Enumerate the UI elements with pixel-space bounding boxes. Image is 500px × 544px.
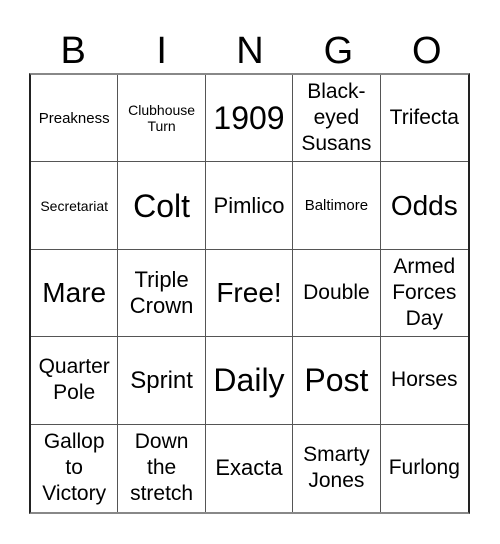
bingo-cell-line: Secretariat — [40, 197, 109, 214]
bingo-cell-line: Clubhouse — [128, 102, 196, 119]
bingo-cell-line: Free! — [216, 276, 282, 308]
bingo-cell[interactable]: Triple Crown — [118, 249, 206, 338]
bingo-cell-text: Furlong — [389, 455, 460, 481]
bingo-cell-text: Free! — [216, 277, 281, 309]
bingo-cell[interactable]: Armed Forces Day — [380, 250, 468, 338]
bingo-cell[interactable]: Quarter Pole — [31, 337, 119, 425]
bingo-cell-line: Odds — [390, 189, 458, 221]
bingo-cell[interactable]: Mare — [31, 249, 119, 338]
bingo-cell-line: Sprint — [130, 366, 193, 394]
bingo-cell-line: the — [146, 456, 177, 480]
bingo-cell-line: Colt — [133, 187, 191, 224]
bingo-cell[interactable]: Clubhouse Turn — [118, 75, 206, 163]
bingo-cell-line: Quarter — [38, 355, 110, 379]
bingo-cell[interactable]: Down the stretch — [118, 424, 206, 512]
bingo-card-grid: Preakness Clubhouse Turn 1909 Black-eyed Susa… — [29, 73, 470, 514]
bingo-cell-line: Preakness — [38, 109, 110, 127]
bingo-cell-line: Double — [303, 280, 370, 304]
bingo-cell[interactable]: Baltimore — [293, 162, 381, 250]
bingo-cell-text: Triple Crown — [130, 267, 194, 319]
bingo-cell-line: eyed — [313, 106, 360, 130]
bingo-cell-line: Mare — [42, 276, 107, 308]
bingo-cell[interactable]: Daily — [205, 337, 294, 425]
bingo-cell-line: Armed — [393, 254, 456, 278]
bingo-cell-text: Colt — [133, 188, 190, 224]
header-letter-i: I — [156, 30, 167, 72]
bingo-cell-line: Forces — [392, 280, 457, 304]
bingo-cell[interactable]: Horses — [380, 337, 468, 425]
bingo-cell-line: Baltimore — [304, 197, 369, 215]
bingo-cell[interactable]: Free! — [205, 249, 294, 338]
bingo-cell-text: Double — [303, 280, 370, 306]
bingo-cell[interactable]: Exacta — [206, 424, 294, 512]
bingo-cell-text: Sprint — [130, 365, 193, 396]
bingo-cell[interactable]: Pimlico — [205, 162, 294, 250]
bingo-cell-text: Black-eyed Susans — [301, 79, 371, 157]
bingo-cell-text: Preakness — [39, 110, 110, 127]
bingo-cell[interactable]: Sprint — [118, 337, 206, 425]
bingo-cell-line: Exacta — [215, 455, 283, 481]
bingo-cell-line: 1909 — [213, 100, 285, 137]
bingo-cell-text: Gallop to Victory — [42, 429, 106, 507]
bingo-cell-line: Triple — [134, 266, 189, 292]
bingo-cell-line: Turn — [147, 118, 176, 135]
bingo-cell-text: Trifecta — [390, 105, 459, 131]
bingo-cell-line: Black- — [307, 80, 366, 104]
bingo-cell[interactable]: Odds — [380, 162, 468, 250]
bingo-cell-line: Horses — [391, 368, 458, 392]
bingo-cell-text: Pimlico — [214, 193, 285, 219]
bingo-cell[interactable]: Furlong — [381, 425, 468, 512]
bingo-cell-line: Post — [304, 362, 369, 399]
bingo-cell-text: Mare — [42, 277, 106, 309]
bingo-cell[interactable]: Preakness — [31, 75, 119, 163]
bingo-cell-line: Crown — [129, 292, 194, 318]
bingo-cell-text: Smarty Jones — [303, 442, 370, 494]
bingo-cell-text: 1909 — [213, 100, 284, 136]
bingo-cell-line: Trifecta — [389, 106, 459, 130]
header-letter-b: B — [60, 30, 86, 72]
bingo-header: B I N G O — [29, 28, 471, 74]
bingo-cell[interactable]: Gallop to Victory — [31, 424, 119, 512]
header-letter-g: G — [323, 30, 354, 72]
bingo-cell-line: Gallop — [43, 430, 105, 454]
bingo-cell-text: Horses — [391, 367, 458, 393]
bingo-cell-line: Susans — [301, 132, 372, 156]
bingo-cell[interactable]: Secretariat — [31, 162, 119, 250]
bingo-cell-line: Day — [405, 306, 443, 330]
bingo-cell-text: Secretariat — [40, 198, 108, 214]
bingo-cell-line: Pole — [53, 381, 96, 405]
bingo-cell-line: Victory — [42, 482, 107, 506]
bingo-cell[interactable]: Double — [293, 249, 381, 338]
bingo-cell-text: Down the stretch — [130, 429, 193, 507]
bingo-cell-line: Jones — [308, 469, 365, 493]
bingo-cell[interactable]: Black-eyed Susans — [293, 75, 381, 163]
bingo-cell-line: to — [65, 456, 83, 480]
header-letter-n: N — [236, 30, 264, 72]
bingo-cell-line: Down — [134, 430, 189, 454]
bingo-cell-text: Exacta — [215, 455, 282, 481]
bingo-cell[interactable]: Colt — [118, 162, 206, 250]
bingo-cell-line: Furlong — [388, 456, 460, 480]
bingo-cell-text: Armed Forces Day — [392, 254, 456, 332]
bingo-cell[interactable]: Smarty Jones — [293, 424, 381, 512]
bingo-cell-text: Clubhouse Turn — [128, 102, 195, 134]
bingo-cell-line: stretch — [130, 482, 194, 506]
bingo-cell-text: Post — [304, 362, 368, 398]
header-letter-o: O — [412, 30, 442, 72]
bingo-cell-line: Smarty — [303, 443, 370, 467]
bingo-cell-text: Daily — [213, 362, 284, 398]
bingo-cell-text: Odds — [391, 190, 458, 222]
bingo-cell-text: Baltimore — [305, 197, 368, 214]
bingo-cell-line: Daily — [213, 362, 285, 399]
bingo-cell-text: Quarter Pole — [39, 354, 110, 406]
bingo-cell-line: Pimlico — [213, 192, 285, 218]
bingo-cell[interactable]: Trifecta — [380, 75, 468, 163]
bingo-cell[interactable]: Post — [293, 337, 381, 425]
bingo-cell[interactable]: 1909 — [205, 75, 294, 163]
